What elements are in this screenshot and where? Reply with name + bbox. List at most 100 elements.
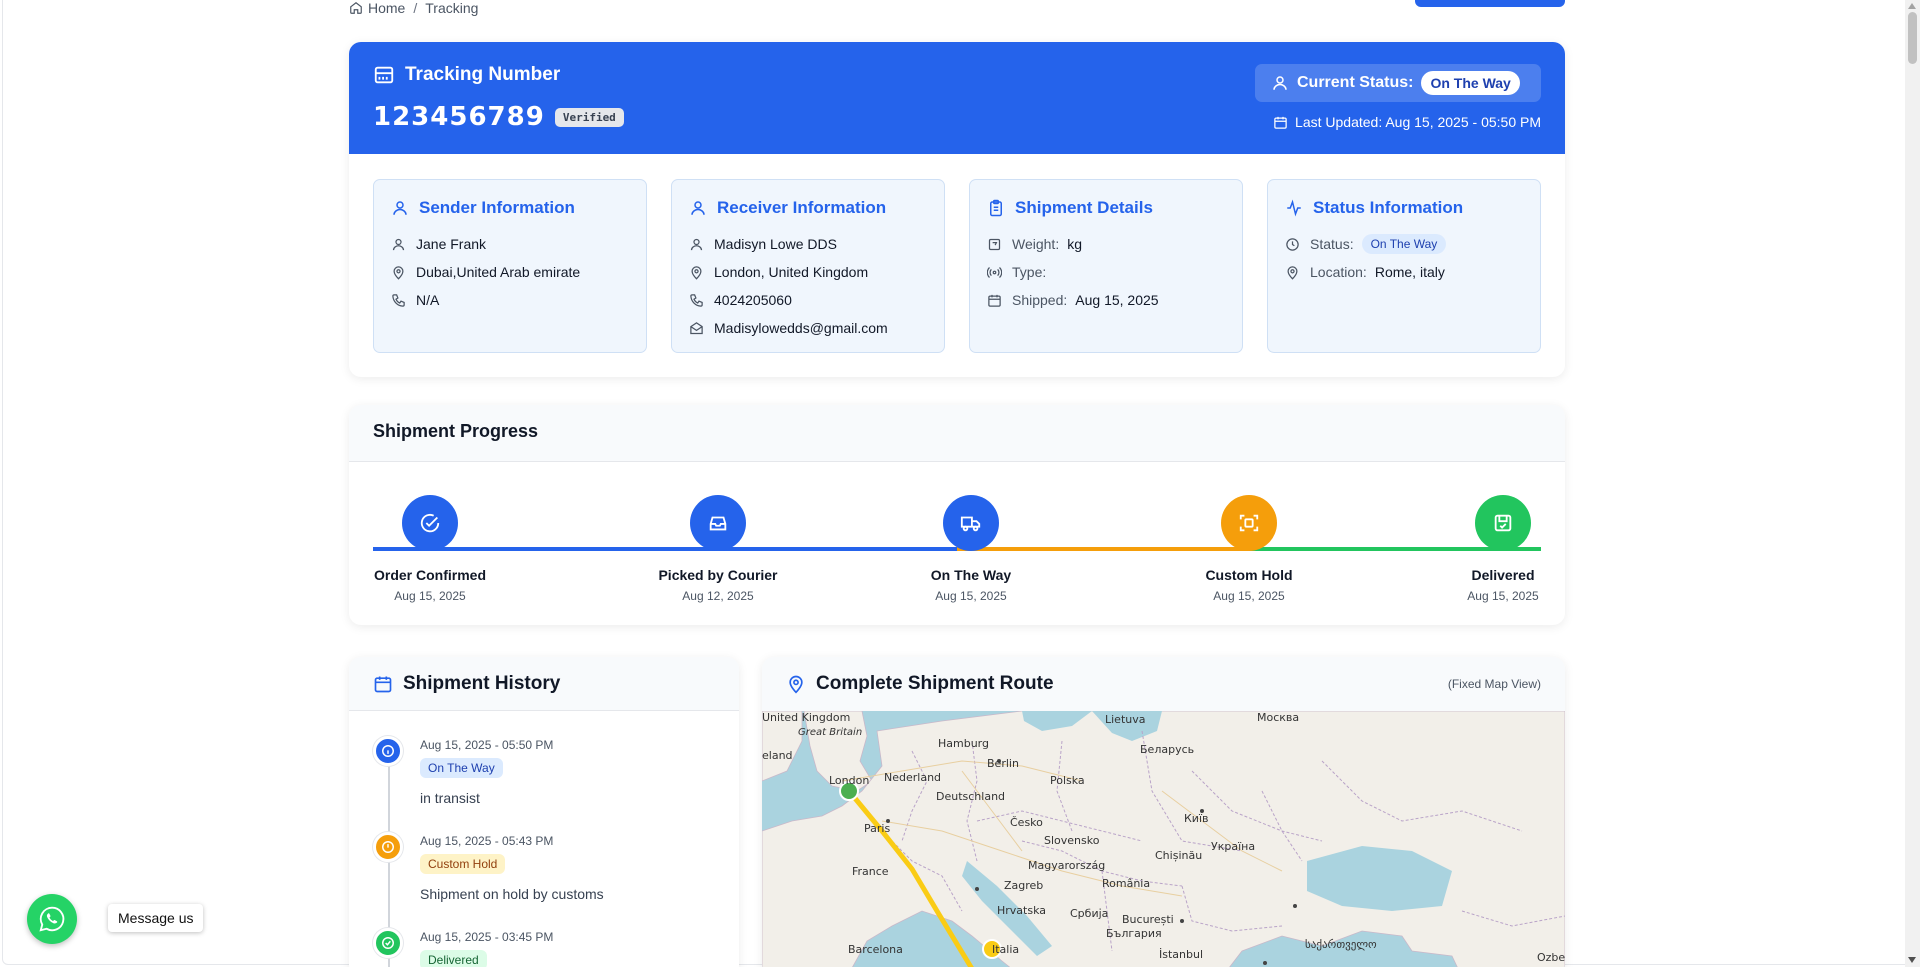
map-label-kyiv: Київ xyxy=(1184,812,1209,825)
package-check-icon xyxy=(1494,514,1512,532)
step-on-the-way: On The Way Aug 15, 2025 xyxy=(929,495,1013,603)
map-label-barcelona: Barcelona xyxy=(848,943,903,956)
barcode-icon xyxy=(374,66,394,84)
history-status-chip: On The Way xyxy=(420,758,503,778)
history-date: Aug 15, 2025 - 03:45 PM xyxy=(420,930,554,944)
map-label-chisinau: Chișinău xyxy=(1155,849,1203,862)
status-title-text: Status Information xyxy=(1313,198,1464,217)
status-title: Status Information xyxy=(1285,198,1523,218)
tracking-number-value: 123456789 xyxy=(373,102,545,132)
step-date: Aug 12, 2025 xyxy=(682,589,754,603)
shipped-value: Aug 15, 2025 xyxy=(1075,292,1159,308)
step-circle xyxy=(402,495,458,551)
last-updated: Last Updated: Aug 15, 2025 - 05:50 PM xyxy=(1273,114,1541,130)
sender-phone-row: N/A xyxy=(391,286,629,314)
map-label-georgia: საქართველო xyxy=(1305,938,1377,951)
status-chip: On The Way xyxy=(1361,234,1447,254)
receiver-phone-row: 4024205060 xyxy=(689,286,927,314)
route-header: Complete Shipment Route (Fixed Map View) xyxy=(762,657,1565,711)
alert-icon xyxy=(373,832,403,862)
step-delivered: Delivered Aug 15, 2025 xyxy=(1465,495,1541,603)
step-date: Aug 15, 2025 xyxy=(935,589,1007,603)
scan-icon xyxy=(1239,514,1259,532)
map-label-ireland: eland xyxy=(762,749,793,762)
map-label-bulgaria: България xyxy=(1106,927,1162,940)
progress-track: Order Confirmed Aug 15, 2025 Picked by C… xyxy=(373,485,1541,605)
step-date: Aug 15, 2025 xyxy=(1213,589,1285,603)
shipment-progress-card: Shipment Progress Order Confirmed Aug 15… xyxy=(349,405,1565,625)
whatsapp-message-tooltip[interactable]: Message us xyxy=(108,904,204,932)
route-note: (Fixed Map View) xyxy=(1447,677,1541,691)
receiver-location: London, United Kingdom xyxy=(714,264,869,280)
step-label: Custom Hold xyxy=(1205,567,1293,583)
receiver-name-row: Madisyn Lowe DDS xyxy=(689,230,927,258)
weight-row: Weight: kg xyxy=(987,230,1225,258)
type-row: Type: xyxy=(987,258,1225,286)
status-row: Status: On The Way xyxy=(1285,230,1523,258)
user-icon xyxy=(691,201,705,215)
history-status-chip: Delivered xyxy=(420,950,487,967)
location-row: Location: Rome, italy xyxy=(1285,258,1523,286)
shipment-route-card: Complete Shipment Route (Fixed Map View) xyxy=(762,657,1565,967)
calendar-icon xyxy=(1274,116,1287,129)
receiver-phone: 4024205060 xyxy=(714,292,792,308)
history-status-chip: Custom Hold xyxy=(420,854,506,874)
step-circle xyxy=(1475,495,1531,551)
verified-badge: Verified xyxy=(554,107,624,127)
home-icon xyxy=(350,2,362,14)
calendar-icon xyxy=(374,676,392,692)
tracking-label-text: Tracking Number xyxy=(405,64,561,85)
shipment-details-box: Shipment Details Weight: kg Type: Shippe… xyxy=(969,179,1243,353)
info-icon xyxy=(373,736,403,766)
map-label-romania: România xyxy=(1102,877,1151,890)
shipment-history-card: Shipment History Aug 15, 2025 - 05:50 PM… xyxy=(349,657,739,967)
step-circle xyxy=(1221,495,1277,551)
whatsapp-icon xyxy=(39,906,65,932)
sender-phone: N/A xyxy=(416,292,440,308)
map-pin-icon xyxy=(1287,265,1298,280)
map-label-hrvatska: Hrvatska xyxy=(997,904,1047,917)
check-circle-icon xyxy=(373,928,403,958)
shipment-title-text: Shipment Details xyxy=(1015,198,1153,217)
breadcrumb-home[interactable]: Home xyxy=(368,0,405,16)
breadcrumb-separator: / xyxy=(413,0,418,16)
tracking-header: Tracking Number 123456789 Verified Curre… xyxy=(349,42,1565,154)
scrollbar-thumb[interactable] xyxy=(1908,12,1917,64)
map-label-lietuva: Lietuva xyxy=(1105,713,1146,726)
map-label-ozbe: Ozbe xyxy=(1537,951,1565,964)
whatsapp-button[interactable] xyxy=(27,894,77,944)
current-status-label: Current Status: xyxy=(1297,74,1414,91)
map-pin-icon xyxy=(393,265,404,280)
scroll-up-arrow[interactable] xyxy=(1908,3,1916,9)
tracking-label: Tracking Number xyxy=(373,64,560,86)
activity-icon xyxy=(1287,199,1301,217)
step-label: On The Way xyxy=(930,567,1012,583)
map-label-london: London xyxy=(829,774,870,787)
tracking-card: Tracking Number 123456789 Verified Curre… xyxy=(349,42,1565,377)
step-picked-by-courier: Picked by Courier Aug 12, 2025 xyxy=(657,495,779,603)
map-label-france: France xyxy=(852,865,889,878)
history-title: Shipment History xyxy=(403,672,561,694)
map-label-paris: Paris xyxy=(864,822,891,835)
sender-title: Sender Information xyxy=(391,198,629,218)
map-label-magyarorszag: Magyarország xyxy=(1028,859,1106,872)
sender-location: Dubai,United Arab emirate xyxy=(416,264,581,280)
info-grid: Sender Information Jane Frank Dubai,Unit… xyxy=(373,179,1541,353)
receiver-location-row: London, United Kingdom xyxy=(689,258,927,286)
history-text: Shipment on hold by customs xyxy=(420,886,604,902)
location-label: Location: xyxy=(1310,264,1367,280)
map-label-zagreb: Zagreb xyxy=(1004,879,1044,892)
step-label: Delivered xyxy=(1471,567,1535,583)
mail-icon xyxy=(690,321,703,334)
scrollbar[interactable] xyxy=(1905,0,1920,967)
map-label-moskva: Москва xyxy=(1257,711,1300,724)
scroll-down-arrow[interactable] xyxy=(1908,957,1916,963)
tracking-number: 123456789 Verified xyxy=(373,102,624,132)
step-date: Aug 15, 2025 xyxy=(394,589,466,603)
route-map[interactable]: United Kingdom Great Britain eland Hambu… xyxy=(762,711,1565,967)
breadcrumb: Home / Tracking xyxy=(349,0,478,16)
clipboard-icon xyxy=(990,199,1002,217)
header-button[interactable] xyxy=(1415,0,1565,7)
route-title: Complete Shipment Route xyxy=(816,673,1054,694)
location-value: Rome, italy xyxy=(1374,264,1445,280)
